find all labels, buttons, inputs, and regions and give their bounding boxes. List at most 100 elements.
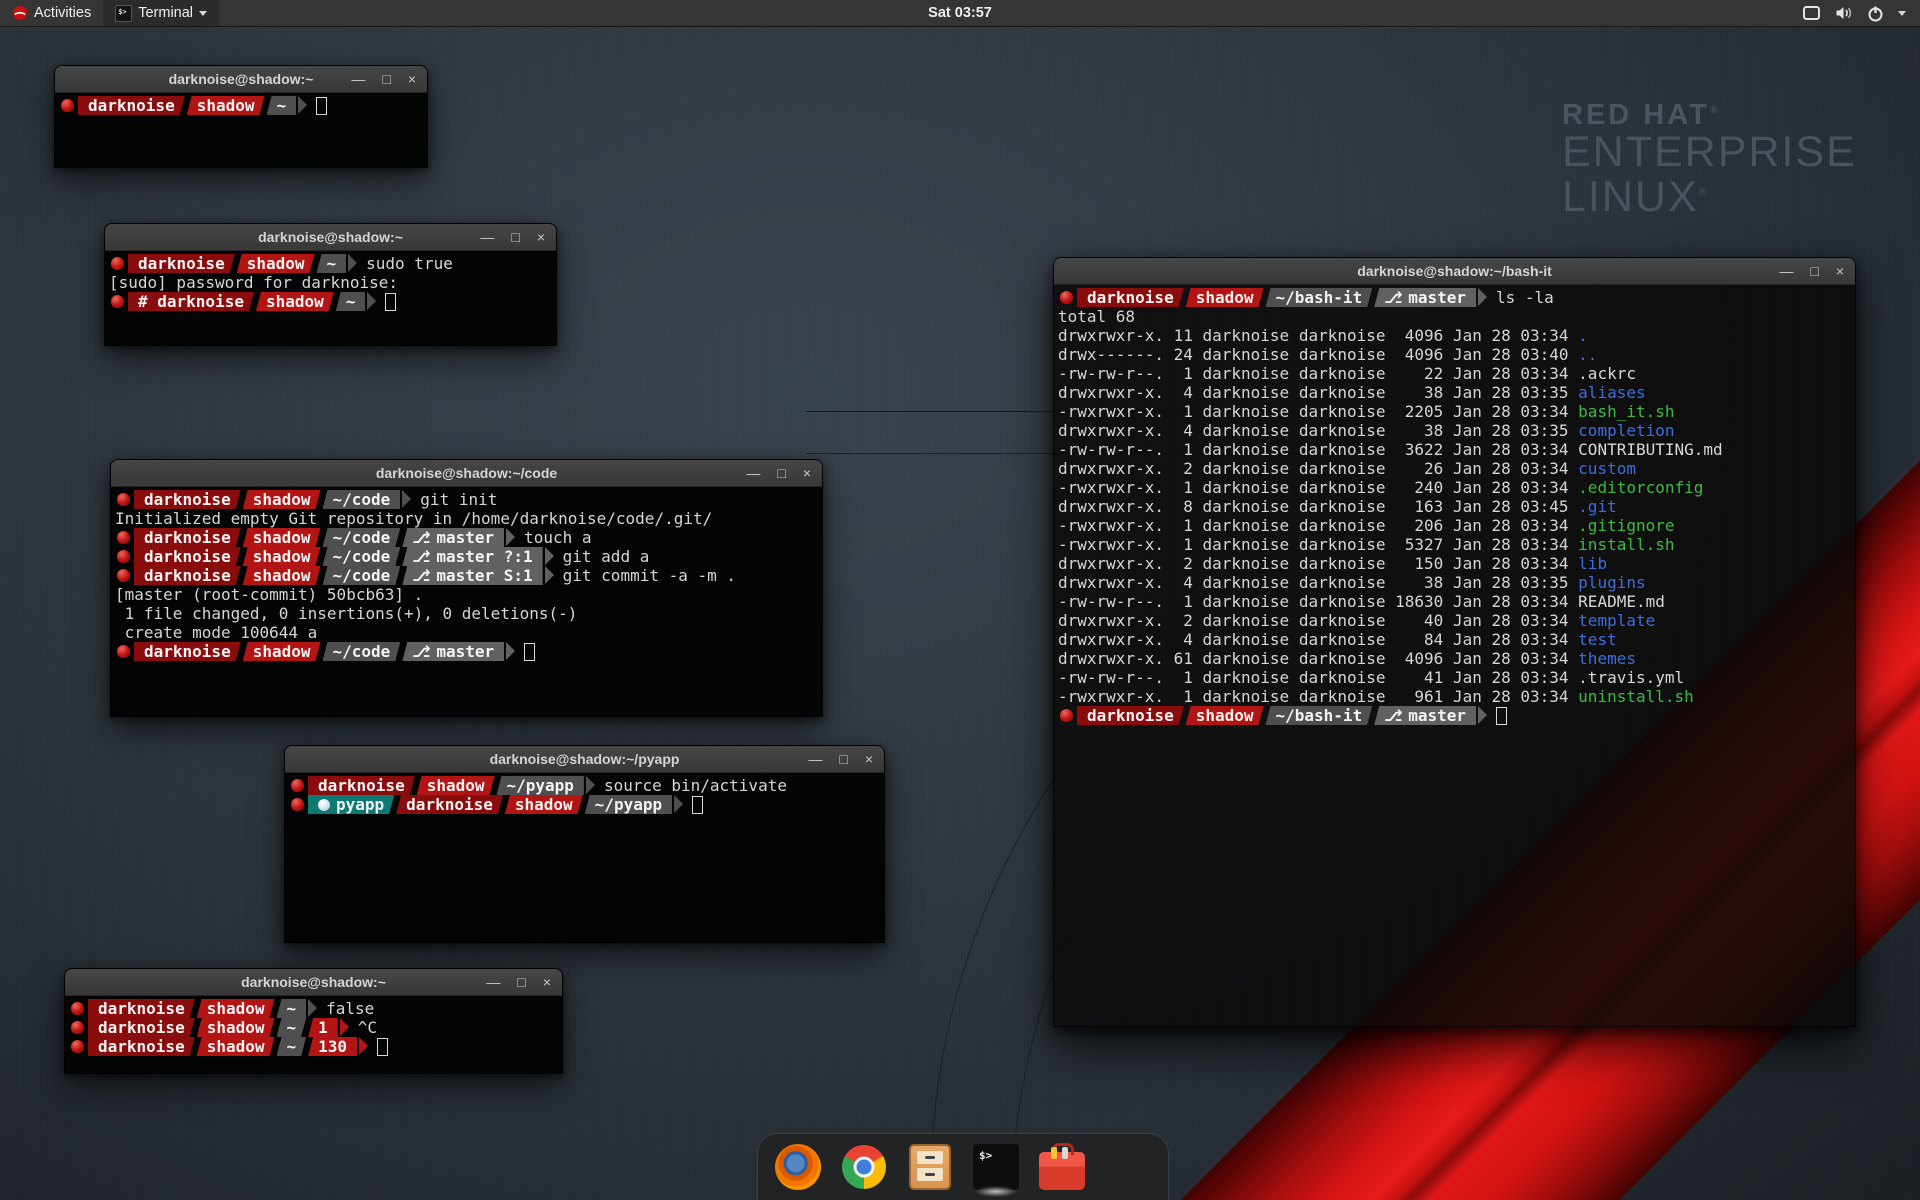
terminal-content[interactable]: darknoiseshadow~falsedarknoiseshadow~1^C… — [65, 996, 562, 1056]
git-branch-icon: ⎇ — [1384, 288, 1408, 307]
window-title: darknoise@shadow:~ — [241, 974, 386, 990]
file-name: plugins — [1578, 573, 1645, 592]
terminal-cursor — [692, 796, 703, 814]
redhat-prompt-icon — [291, 779, 304, 792]
path-segment: ~/code — [323, 642, 401, 661]
dock-item-toolbox[interactable] — [1036, 1140, 1088, 1194]
terminal-window: darknoise@shadow:~/pyapp — □ × darknoiseshad… — [284, 745, 885, 943]
git-branch-icon: ⎇ — [412, 566, 436, 585]
prompt-arrow-icon — [1478, 288, 1487, 306]
file-list-row: drwxrwxr-x. 61 darknoise darknoise 4096 … — [1058, 649, 1853, 668]
maximize-button[interactable]: □ — [1810, 264, 1818, 278]
window-titlebar[interactable]: darknoise@shadow:~—□× — [55, 66, 427, 93]
maximize-button[interactable]: □ — [839, 752, 847, 766]
prompt-line: darknoiseshadow~/code⎇ master ?:1git add… — [115, 547, 820, 566]
close-button[interactable]: × — [543, 975, 551, 989]
window-title: darknoise@shadow:~/pyapp — [490, 751, 680, 767]
firefox-icon — [775, 1144, 821, 1190]
maximize-button[interactable]: □ — [382, 72, 390, 86]
close-button[interactable]: × — [865, 752, 873, 766]
rhel-logo-line1: RED HAT® — [1562, 100, 1857, 130]
file-list-row: -rw-rw-r--. 1 darknoise darknoise 41 Jan… — [1058, 668, 1853, 687]
minimize-button[interactable]: — — [746, 466, 760, 480]
output-line: Initialized empty Git repository in /hom… — [115, 509, 820, 528]
close-button[interactable]: × — [537, 230, 545, 244]
path-segment: ~ — [317, 254, 347, 273]
file-list-row: drwxrwxr-x. 2 darknoise darknoise 150 Ja… — [1058, 554, 1853, 573]
window-titlebar[interactable]: darknoise@shadow:~/pyapp — □ × — [285, 746, 884, 773]
rhel-logo-line3: LINUX® — [1562, 175, 1857, 220]
path-segment: ~ — [277, 999, 307, 1018]
dock-item-firefox[interactable] — [772, 1140, 824, 1194]
system-status-area[interactable] — [1794, 0, 1914, 26]
path-segment: ~/code — [323, 490, 401, 509]
dock-item-terminal[interactable]: $> — [970, 1140, 1022, 1194]
minimize-button[interactable]: — — [1779, 264, 1793, 278]
maximize-button[interactable]: □ — [511, 230, 519, 244]
maximize-button[interactable]: □ — [517, 975, 525, 989]
dock-item-files[interactable] — [904, 1140, 956, 1194]
host-segment: shadow — [1186, 706, 1264, 725]
minimize-button[interactable]: — — [486, 975, 500, 989]
host-segment: shadow — [243, 528, 321, 547]
window-titlebar[interactable]: darknoise@shadow:~ — □ × — [65, 969, 562, 996]
terminal-cursor — [377, 1038, 388, 1056]
file-meta: drwxrwxr-x. 4 darknoise darknoise 38 Jan… — [1058, 573, 1578, 592]
maximize-button[interactable]: □ — [777, 466, 785, 480]
file-meta: drwxrwxr-x. 4 darknoise darknoise 84 Jan… — [1058, 630, 1578, 649]
dock-item-app-grid[interactable] — [1102, 1140, 1154, 1194]
window-titlebar[interactable]: darknoise@shadow:~—□× — [105, 224, 556, 251]
output-line: [master (root-commit) 50bcb63] . — [115, 585, 820, 604]
activities-button[interactable]: Activities — [0, 0, 103, 26]
file-meta: drwxrwxr-x. 8 darknoise darknoise 163 Ja… — [1058, 497, 1578, 516]
output-line: create mode 100644 a — [115, 623, 820, 642]
file-meta: drwxrwxr-x. 61 darknoise darknoise 4096 … — [1058, 649, 1578, 668]
prompt-line: darknoiseshadow~ — [59, 96, 425, 115]
terminal-content[interactable]: darknoiseshadow~/pyappsource bin/activat… — [285, 773, 884, 814]
terminal-content[interactable]: darknoiseshadow~ — [55, 93, 427, 115]
path-segment: ~/bash-it — [1266, 706, 1373, 725]
file-list-row: -rw-rw-r--. 1 darknoise darknoise 3622 J… — [1058, 440, 1853, 459]
file-meta: drwx------. 24 darknoise darknoise 4096 … — [1058, 345, 1578, 364]
file-name: template — [1578, 611, 1655, 630]
user-segment: darknoise — [134, 490, 241, 509]
app-menu-terminal[interactable]: $> Terminal — [103, 0, 219, 26]
file-list-row: drwxrwxr-x. 4 darknoise darknoise 84 Jan… — [1058, 630, 1853, 649]
clock[interactable]: Sat 03:57 — [928, 5, 992, 21]
prompt-arrow-icon — [340, 1018, 349, 1036]
chrome-icon — [842, 1145, 886, 1189]
close-button[interactable]: × — [803, 466, 811, 480]
prompt-arrow-icon — [586, 776, 595, 794]
files-icon — [909, 1144, 951, 1190]
path-segment: ~/pyapp — [585, 795, 672, 814]
file-list-row: drwxrwxr-x. 8 darknoise darknoise 163 Ja… — [1058, 497, 1853, 516]
minimize-button[interactable]: — — [480, 230, 494, 244]
volume-icon — [1835, 5, 1853, 21]
file-meta: -rwxrwxr-x. 1 darknoise darknoise 206 Ja… — [1058, 516, 1578, 535]
close-button[interactable]: × — [1836, 264, 1844, 278]
minimize-button[interactable]: — — [808, 752, 822, 766]
git-segment: ⎇ master — [1374, 706, 1476, 725]
path-segment: ~ — [277, 1037, 307, 1056]
user-segment: darknoise — [88, 1037, 195, 1056]
host-segment: shadow — [243, 490, 321, 509]
git-branch-icon: ⎇ — [412, 528, 436, 547]
prompt-arrow-icon — [348, 254, 357, 272]
minimize-button[interactable]: — — [351, 72, 365, 86]
terminal-content[interactable]: darknoiseshadow~/codegit initInitialized… — [111, 487, 822, 661]
terminal-content[interactable]: darknoiseshadow~/bash-it⎇ masterls -lato… — [1054, 285, 1855, 725]
path-segment: ~/pyapp — [497, 776, 584, 795]
prompt-line: darknoiseshadow~1^C — [69, 1018, 560, 1037]
window-titlebar[interactable]: darknoise@shadow:~/code—□× — [111, 460, 822, 487]
file-meta: drwxrwxr-x. 4 darknoise darknoise 38 Jan… — [1058, 421, 1578, 440]
window-controls: — □ × — [808, 746, 873, 772]
dock-item-chrome[interactable] — [838, 1140, 890, 1194]
close-button[interactable]: × — [408, 72, 416, 86]
terminal-content[interactable]: darknoiseshadow~sudo true[sudo] password… — [105, 251, 556, 311]
window-controls: — □ × — [351, 66, 416, 92]
redhat-prompt-icon — [71, 1021, 84, 1034]
host-segment: shadow — [197, 999, 275, 1018]
window-titlebar[interactable]: darknoise@shadow:~/bash-it—□× — [1054, 258, 1855, 285]
command-text: source bin/activate — [604, 776, 787, 795]
file-name: CONTRIBUTING.md — [1578, 440, 1723, 459]
